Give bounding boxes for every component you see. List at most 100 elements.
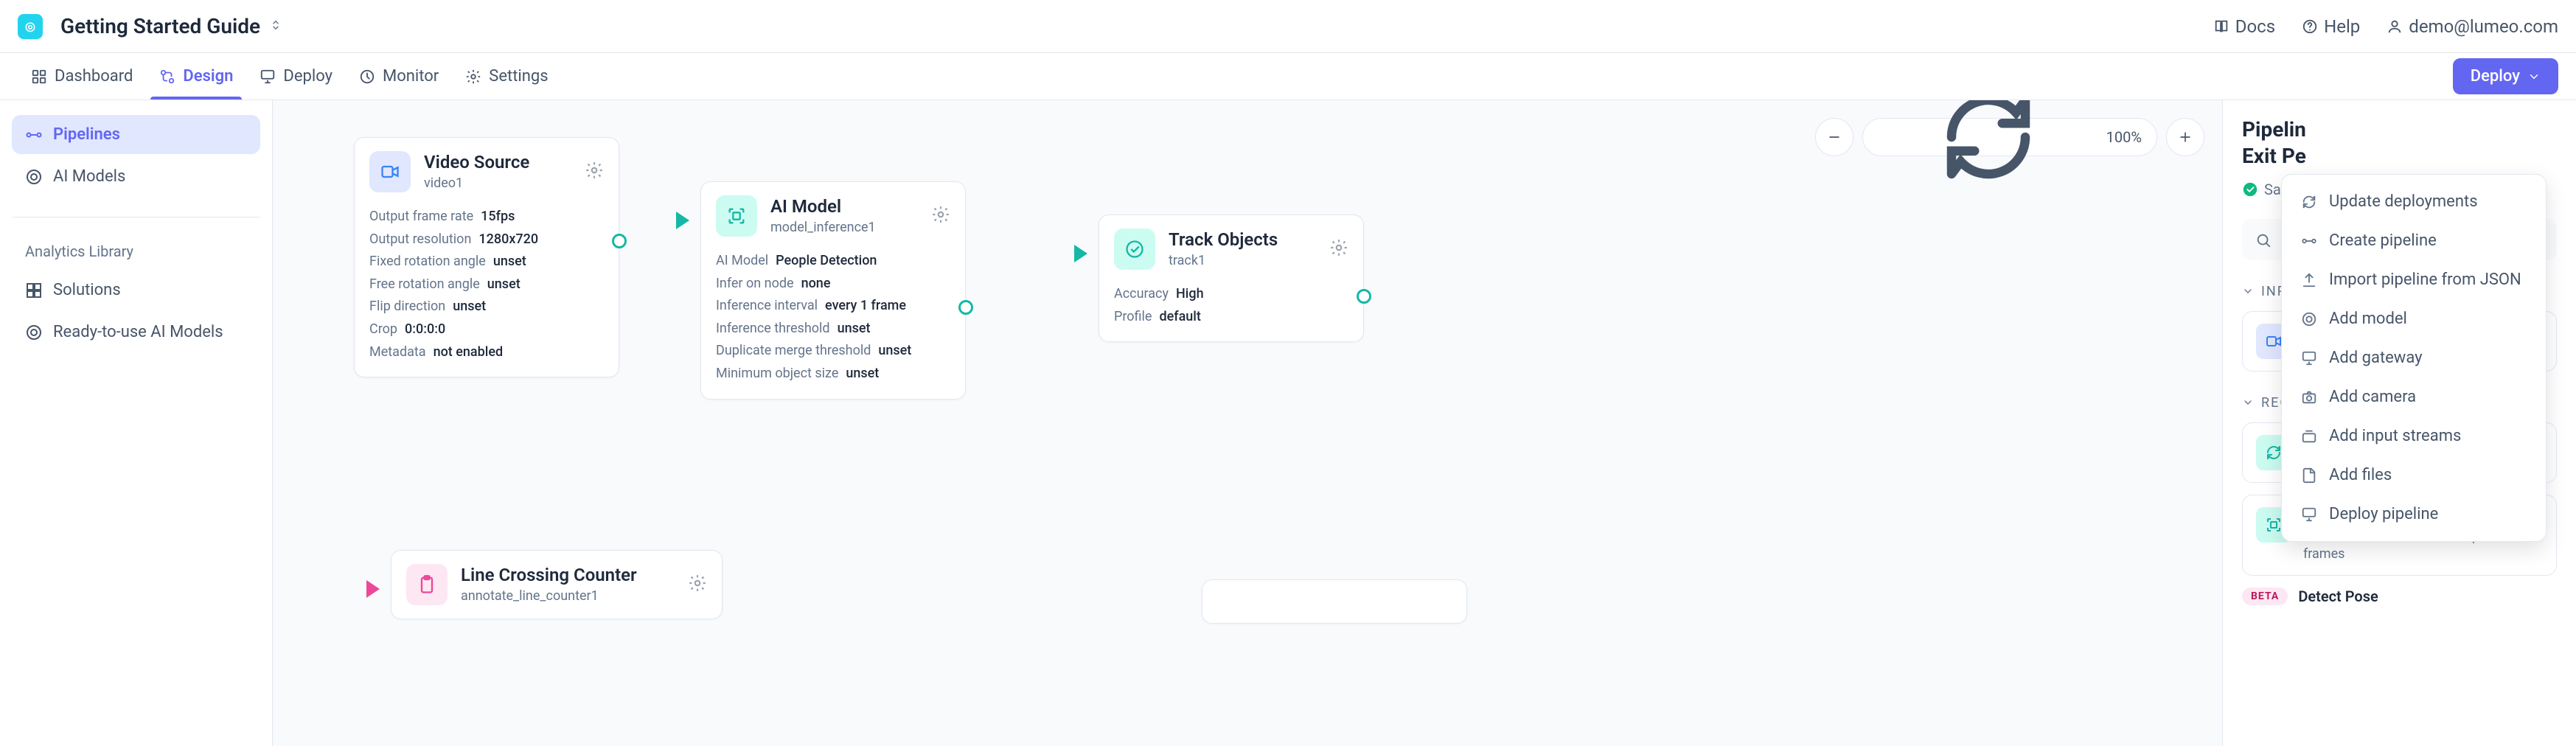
detect-pose-title: Detect Pose: [2298, 588, 2378, 605]
pipeline-title-line1: Pipelin: [2242, 116, 2557, 143]
plus-icon: [2178, 130, 2193, 144]
tab-settings[interactable]: Settings: [452, 53, 561, 100]
menu-add-gateway[interactable]: Add gateway: [2282, 338, 2546, 377]
check-circle-icon: [1114, 229, 1155, 270]
tab-monitor[interactable]: Monitor: [346, 53, 452, 100]
topbar: ◎ Getting Started Guide Docs Help demo@l…: [0, 0, 2576, 53]
docs-label: Docs: [2235, 16, 2275, 37]
chevron-down-icon: [2242, 285, 2254, 297]
node-properties: AccuracyHigh Profiledefault: [1099, 283, 1363, 341]
chevron-down-icon: [2527, 70, 2541, 83]
docs-link[interactable]: Docs: [2213, 16, 2275, 37]
gear-icon: [688, 574, 707, 593]
deploy-icon: [2301, 506, 2317, 523]
refresh-icon: [2301, 194, 2317, 210]
zoom-controls: 100%: [1815, 118, 2204, 156]
nav-tabs: Dashboard Design Deploy Monitor Settings…: [0, 53, 2576, 100]
sidebar-item-ready-models[interactable]: Ready-to-use AI Models: [12, 313, 260, 352]
menu-add-camera[interactable]: Add camera: [2282, 377, 2546, 416]
menu-add-files[interactable]: Add files: [2282, 456, 2546, 495]
menu-add-input-streams[interactable]: Add input streams: [2282, 416, 2546, 456]
scan-icon: [716, 195, 757, 237]
help-label: Help: [2324, 16, 2360, 37]
project-name[interactable]: Getting Started Guide: [60, 14, 260, 38]
input-play-icon: [366, 580, 380, 598]
gear-icon: [1329, 238, 1348, 257]
input-play-icon: [1074, 245, 1087, 262]
sidebar-item-pipelines[interactable]: Pipelines: [12, 115, 260, 154]
target-icon: [25, 324, 43, 341]
minus-icon: [1827, 130, 1842, 144]
upload-icon: [2301, 272, 2317, 288]
tab-design[interactable]: Design: [146, 53, 246, 100]
gear-icon: [465, 69, 481, 85]
node-video-source[interactable]: Video Source video1 Output frame rate15f…: [354, 137, 619, 377]
node-properties: AI ModelPeople Detection Infer on nodeno…: [701, 250, 965, 399]
chevron-down-icon: [2242, 397, 2254, 408]
stream-icon: [2301, 428, 2317, 445]
zoom-out-button[interactable]: [1815, 118, 1853, 156]
pipeline-icon: [2301, 233, 2317, 249]
app-logo[interactable]: ◎: [18, 14, 43, 39]
zoom-level: 100%: [2106, 128, 2142, 146]
pipeline-title-line2: Exit Pe: [2242, 143, 2557, 170]
node-subtitle: model_inference1: [770, 219, 918, 236]
file-icon: [2301, 467, 2317, 484]
camera-icon: [2301, 389, 2317, 405]
tab-dashboard[interactable]: Dashboard: [18, 53, 146, 100]
input-play-icon: [676, 212, 689, 229]
sidebar-item-ai-models[interactable]: AI Models: [12, 157, 260, 196]
node-subtitle: track1: [1169, 252, 1316, 269]
node-partial[interactable]: [1202, 579, 1467, 624]
node-title: Video Source: [424, 152, 571, 173]
node-line-crossing[interactable]: Line Crossing Counter annotate_line_coun…: [391, 550, 723, 619]
node-settings-button[interactable]: [931, 205, 950, 227]
account-link[interactable]: demo@lumeo.com: [2387, 16, 2558, 37]
output-port[interactable]: [958, 300, 973, 315]
target-icon: [2301, 311, 2317, 327]
tab-deploy[interactable]: Deploy: [246, 53, 346, 100]
grid-icon: [25, 282, 43, 299]
zoom-in-button[interactable]: [2166, 118, 2204, 156]
node-title: Line Crossing Counter: [461, 565, 675, 586]
zoom-reset-button[interactable]: 100%: [1862, 118, 2157, 156]
node-settings-button[interactable]: [585, 161, 604, 183]
node-track-objects[interactable]: Track Objects track1 AccuracyHigh Profil…: [1099, 215, 1364, 342]
refresh-icon: [1878, 100, 2099, 192]
output-port[interactable]: [612, 234, 627, 248]
dashboard-icon: [31, 69, 47, 85]
node-properties: Output frame rate15fps Output resolution…: [355, 206, 619, 377]
gear-icon: [931, 205, 950, 224]
beta-badge: BETA: [2242, 588, 2288, 605]
node-subtitle: video1: [424, 175, 571, 192]
node-settings-button[interactable]: [688, 574, 707, 596]
menu-add-model[interactable]: Add model: [2282, 299, 2546, 338]
check-circle-icon: [2242, 181, 2258, 198]
monitor-icon: [359, 69, 375, 85]
pipeline-canvas[interactable]: 100% Video Source video1 Output frame ra…: [273, 100, 2222, 746]
node-title: AI Model: [770, 196, 918, 217]
menu-create-pipeline[interactable]: Create pipeline: [2282, 221, 2546, 260]
pipeline-icon: [25, 126, 43, 144]
deploy-dropdown-menu: Update deployments Create pipeline Impor…: [2281, 174, 2547, 542]
sidebar-item-solutions[interactable]: Solutions: [12, 271, 260, 310]
help-icon: [2302, 18, 2318, 35]
deploy-icon: [2301, 350, 2317, 366]
search-icon: [2255, 232, 2272, 248]
node-subtitle: annotate_line_counter1: [461, 588, 675, 604]
menu-update-deployments[interactable]: Update deployments: [2282, 182, 2546, 221]
project-switcher-icon[interactable]: [269, 18, 282, 35]
menu-import-pipeline[interactable]: Import pipeline from JSON: [2282, 260, 2546, 299]
analytics-library-heading: Analytics Library: [25, 243, 260, 260]
node-title: Track Objects: [1169, 229, 1316, 251]
deploy-icon: [260, 69, 276, 85]
clipboard-icon: [406, 564, 448, 605]
menu-deploy-pipeline[interactable]: Deploy pipeline: [2282, 495, 2546, 534]
output-port[interactable]: [1357, 289, 1371, 304]
deploy-button[interactable]: Deploy: [2453, 58, 2558, 94]
node-settings-button[interactable]: [1329, 238, 1348, 260]
node-ai-model[interactable]: AI Model model_inference1 AI ModelPeople…: [700, 181, 966, 400]
book-icon: [2213, 18, 2229, 35]
help-link[interactable]: Help: [2302, 16, 2360, 37]
account-email: demo@lumeo.com: [2409, 16, 2558, 37]
